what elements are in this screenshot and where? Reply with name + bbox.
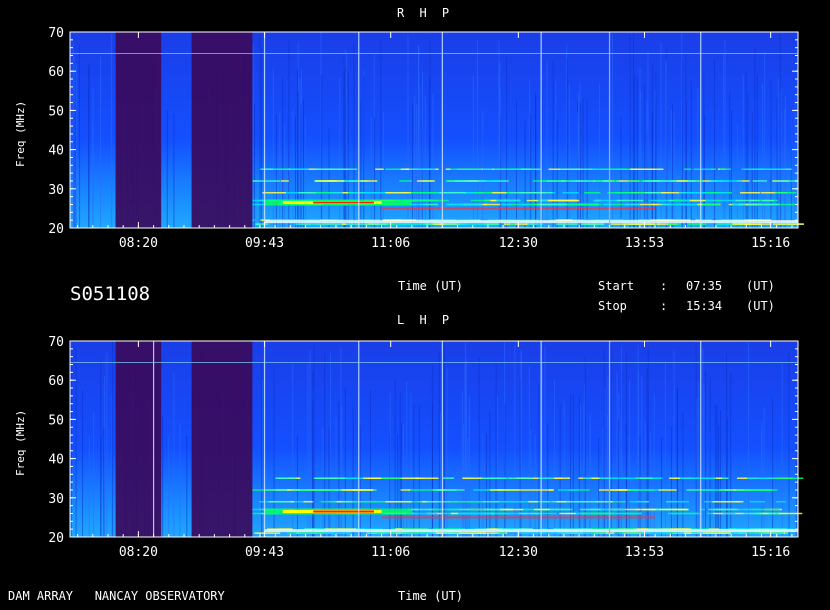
x-tick-label: 12:30 xyxy=(499,545,538,560)
x-tick-label: 15:16 xyxy=(751,545,790,560)
y-tick-label: 20 xyxy=(48,222,64,237)
x-tick-label: 09:43 xyxy=(245,236,284,251)
x-tick-label: 15:16 xyxy=(751,236,790,251)
spectrogram-background xyxy=(70,341,798,537)
dark-band xyxy=(115,341,162,537)
y-tick-label: 50 xyxy=(48,413,64,428)
y-tick-label: 30 xyxy=(48,492,64,507)
x-tick-label: 08:20 xyxy=(119,545,158,560)
y-tick-label: 50 xyxy=(48,104,64,119)
x-tick-label: 13:53 xyxy=(625,236,664,251)
red-streak xyxy=(381,516,656,519)
y-tick-label: 20 xyxy=(48,531,64,546)
spectrogram-panel-rhp: 20 30 40 50 60 70 08:20 09:43 11:06 12:30 13:53 15:… xyxy=(48,26,804,251)
x-tick-label: 12:30 xyxy=(499,236,538,251)
x-tick-label: 11:06 xyxy=(371,545,410,560)
y-tick-label: 40 xyxy=(48,453,64,468)
x-tick-label: 09:43 xyxy=(245,545,284,560)
y-tick-label: 30 xyxy=(48,183,64,198)
low-freq-band xyxy=(264,529,798,533)
y-tick-label: 60 xyxy=(48,374,64,389)
y-tick-label: 60 xyxy=(48,65,64,80)
low-freq-band xyxy=(264,220,798,224)
x-tick-label: 13:53 xyxy=(625,545,664,560)
dark-band xyxy=(191,341,253,537)
y-tick-label: 70 xyxy=(48,335,64,350)
x-tick-label: 08:20 xyxy=(119,236,158,251)
dark-band xyxy=(115,32,162,228)
spectrogram-plots: 20 30 40 50 60 70 08:20 09:43 11:06 12:30 13:53 15:… xyxy=(48,26,804,560)
red-streak xyxy=(381,207,656,210)
x-tick-label: 11:06 xyxy=(371,236,410,251)
y-tick-label: 40 xyxy=(48,144,64,159)
spectrogram-panel-lhp: 20 30 40 50 60 70 08:20 09:43 11:06 12:30 13:53 15:… xyxy=(48,335,804,560)
spectrogram-background xyxy=(70,32,798,228)
burst-peak xyxy=(313,201,374,204)
dark-band xyxy=(191,32,253,228)
y-tick-label: 70 xyxy=(48,26,64,41)
burst-peak xyxy=(313,510,374,513)
